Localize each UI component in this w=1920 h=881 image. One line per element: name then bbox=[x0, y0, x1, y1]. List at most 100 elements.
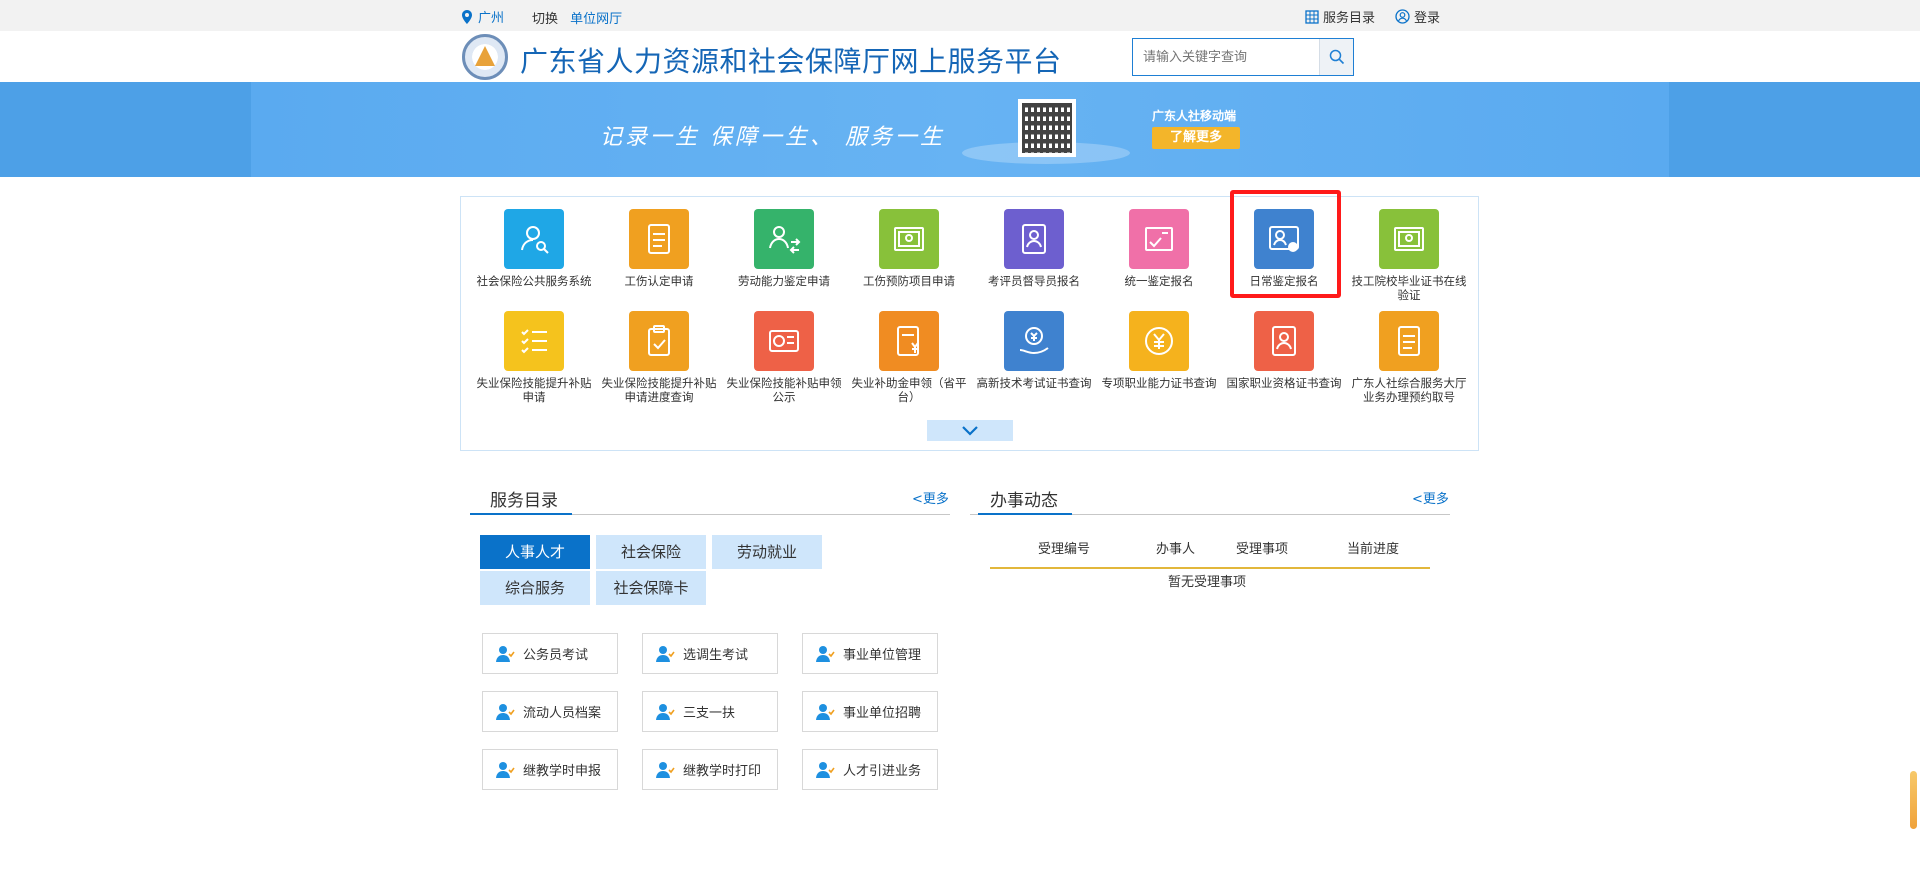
user-icon bbox=[656, 646, 675, 662]
app-icon-bg bbox=[1379, 209, 1439, 269]
catalog-more-link[interactable]: <更多 bbox=[912, 488, 949, 507]
app-label: 失业补助金申领（省平台） bbox=[851, 376, 967, 404]
service-button[interactable]: 继教学时申报 bbox=[482, 749, 618, 790]
service-label: 继教学时打印 bbox=[683, 764, 762, 779]
site-title[interactable]: 广东省人力资源和社会保障厅网上服务平台 bbox=[520, 40, 1062, 80]
banner bbox=[251, 82, 1669, 177]
checklist-icon bbox=[521, 329, 547, 354]
app-tile[interactable]: 高新技术考试证书查询 bbox=[974, 311, 1094, 390]
service-button[interactable]: 人才引进业务 bbox=[802, 749, 938, 790]
user-icon bbox=[816, 762, 835, 778]
card-icon bbox=[769, 330, 799, 352]
app-tile[interactable]: 统一鉴定报名 bbox=[1099, 209, 1219, 288]
service-button[interactable]: 继教学时打印 bbox=[642, 749, 778, 790]
user-icon bbox=[816, 704, 835, 720]
app-tile[interactable]: 国家职业资格证书查询 bbox=[1224, 311, 1344, 390]
app-icon-bg bbox=[1379, 311, 1439, 371]
app-tile[interactable]: 失业保险技能提升补贴申请进度查询 bbox=[599, 311, 719, 404]
note-icon bbox=[1398, 326, 1420, 356]
location-text: 广州 bbox=[478, 11, 505, 26]
progress-more-link[interactable]: <更多 bbox=[1412, 488, 1449, 507]
app-label: 失业保险技能提升补贴申请进度查询 bbox=[601, 376, 717, 404]
tab-personnel-talent[interactable]: 人事人才 bbox=[480, 535, 590, 569]
scroll-indicator[interactable] bbox=[1910, 771, 1917, 829]
app-tile[interactable]: 劳动能力鉴定申请 bbox=[724, 209, 844, 288]
expand-button[interactable] bbox=[927, 420, 1013, 441]
search-icon bbox=[1329, 49, 1344, 65]
search-box bbox=[1132, 38, 1354, 76]
col-header-number: 受理编号 bbox=[1038, 542, 1091, 557]
service-button[interactable]: 事业单位招聘 bbox=[802, 691, 938, 732]
app-icon-bg bbox=[1004, 209, 1064, 269]
app-icon-bg bbox=[1254, 311, 1314, 371]
location-pin-icon bbox=[462, 9, 472, 24]
app-tile[interactable]: 失业保险技能提升补贴申请 bbox=[474, 311, 594, 404]
unit-hall-link[interactable]: 单位网厅 bbox=[570, 12, 622, 27]
service-directory-label: 服务目录 bbox=[1322, 11, 1375, 26]
col-header-item: 受理事项 bbox=[1236, 542, 1289, 557]
service-label: 流动人员档案 bbox=[523, 706, 602, 721]
progress-title-accent bbox=[978, 513, 1072, 515]
app-tile[interactable]: 工伤认定申请 bbox=[599, 209, 719, 288]
money-document-icon bbox=[897, 326, 919, 356]
user-icon bbox=[816, 646, 835, 662]
service-label: 事业单位管理 bbox=[843, 648, 922, 663]
user-circle-icon bbox=[1395, 9, 1410, 24]
tab-social-security-card[interactable]: 社会保障卡 bbox=[596, 571, 706, 605]
document-icon bbox=[648, 224, 670, 254]
app-label: 失业保险技能补贴申领公示 bbox=[726, 376, 842, 404]
service-button[interactable]: 选调生考试 bbox=[642, 633, 778, 674]
app-label: 社会保险公共服务系统 bbox=[476, 274, 592, 288]
service-label: 公务员考试 bbox=[523, 648, 589, 663]
app-label: 广东人社综合服务大厅业务办理预约取号 bbox=[1351, 376, 1467, 404]
chevron-down-icon bbox=[962, 426, 978, 436]
service-label: 三支一扶 bbox=[683, 706, 736, 721]
login-label: 登录 bbox=[1413, 11, 1440, 26]
grid-icon bbox=[1305, 9, 1319, 24]
search-input[interactable] bbox=[1133, 39, 1319, 75]
learn-more-button[interactable]: 了解更多 bbox=[1152, 127, 1240, 149]
id-card-icon bbox=[1022, 224, 1046, 254]
service-label: 人才引进业务 bbox=[843, 764, 922, 779]
app-tile[interactable]: 社会保险公共服务系统 bbox=[474, 209, 594, 288]
catalog-title: 服务目录 bbox=[490, 491, 558, 511]
service-button[interactable]: 流动人员档案 bbox=[482, 691, 618, 732]
switch-area: 切换 单位网厅 bbox=[532, 8, 622, 27]
service-button[interactable]: 公务员考试 bbox=[482, 633, 618, 674]
location-selector[interactable]: 广州 bbox=[462, 7, 504, 26]
service-button[interactable]: 三支一扶 bbox=[642, 691, 778, 732]
highlight-box bbox=[1230, 190, 1341, 298]
switch-link[interactable]: 切换 bbox=[532, 12, 558, 27]
col-header-progress: 当前进度 bbox=[1347, 542, 1400, 557]
search-button[interactable] bbox=[1319, 39, 1353, 75]
coin-hand-icon bbox=[1019, 327, 1049, 355]
app-icon-bg bbox=[1129, 209, 1189, 269]
user-icon bbox=[496, 646, 515, 662]
qr-code bbox=[1018, 99, 1076, 157]
app-label: 考评员督导员报名 bbox=[988, 274, 1080, 288]
app-tile[interactable]: 失业保险技能补贴申领公示 bbox=[724, 311, 844, 404]
app-tile[interactable]: 考评员督导员报名 bbox=[974, 209, 1094, 288]
app-icon-bg bbox=[754, 311, 814, 371]
app-label: 失业保险技能提升补贴申请 bbox=[476, 376, 592, 404]
app-tile[interactable]: 技工院校毕业证书在线验证 bbox=[1349, 209, 1469, 302]
app-tile[interactable]: 失业补助金申领（省平台） bbox=[849, 311, 969, 404]
app-icon-bg bbox=[504, 209, 564, 269]
users-exchange-icon bbox=[769, 226, 801, 254]
tab-labor-employment[interactable]: 劳动就业 bbox=[712, 535, 822, 569]
app-tile[interactable]: 专项职业能力证书查询 bbox=[1099, 311, 1219, 390]
service-button[interactable]: 事业单位管理 bbox=[802, 633, 938, 674]
tab-comprehensive-service[interactable]: 综合服务 bbox=[480, 571, 590, 605]
tab-social-insurance[interactable]: 社会保险 bbox=[596, 535, 706, 569]
app-tile[interactable]: 工伤预防项目申请 bbox=[849, 209, 969, 288]
login-link[interactable]: 登录 bbox=[1395, 7, 1440, 26]
top-bar: 广州 切换 单位网厅 服务目录 登录 bbox=[0, 0, 1920, 31]
app-tile[interactable]: 广东人社综合服务大厅业务办理预约取号 bbox=[1349, 311, 1469, 404]
site-logo[interactable] bbox=[462, 34, 508, 80]
user-icon bbox=[496, 704, 515, 720]
app-icon-bg bbox=[1129, 311, 1189, 371]
service-directory-link[interactable]: 服务目录 bbox=[1305, 7, 1375, 26]
app-icon-bg bbox=[879, 311, 939, 371]
app-icon-bg bbox=[504, 311, 564, 371]
app-label: 国家职业资格证书查询 bbox=[1226, 376, 1342, 390]
